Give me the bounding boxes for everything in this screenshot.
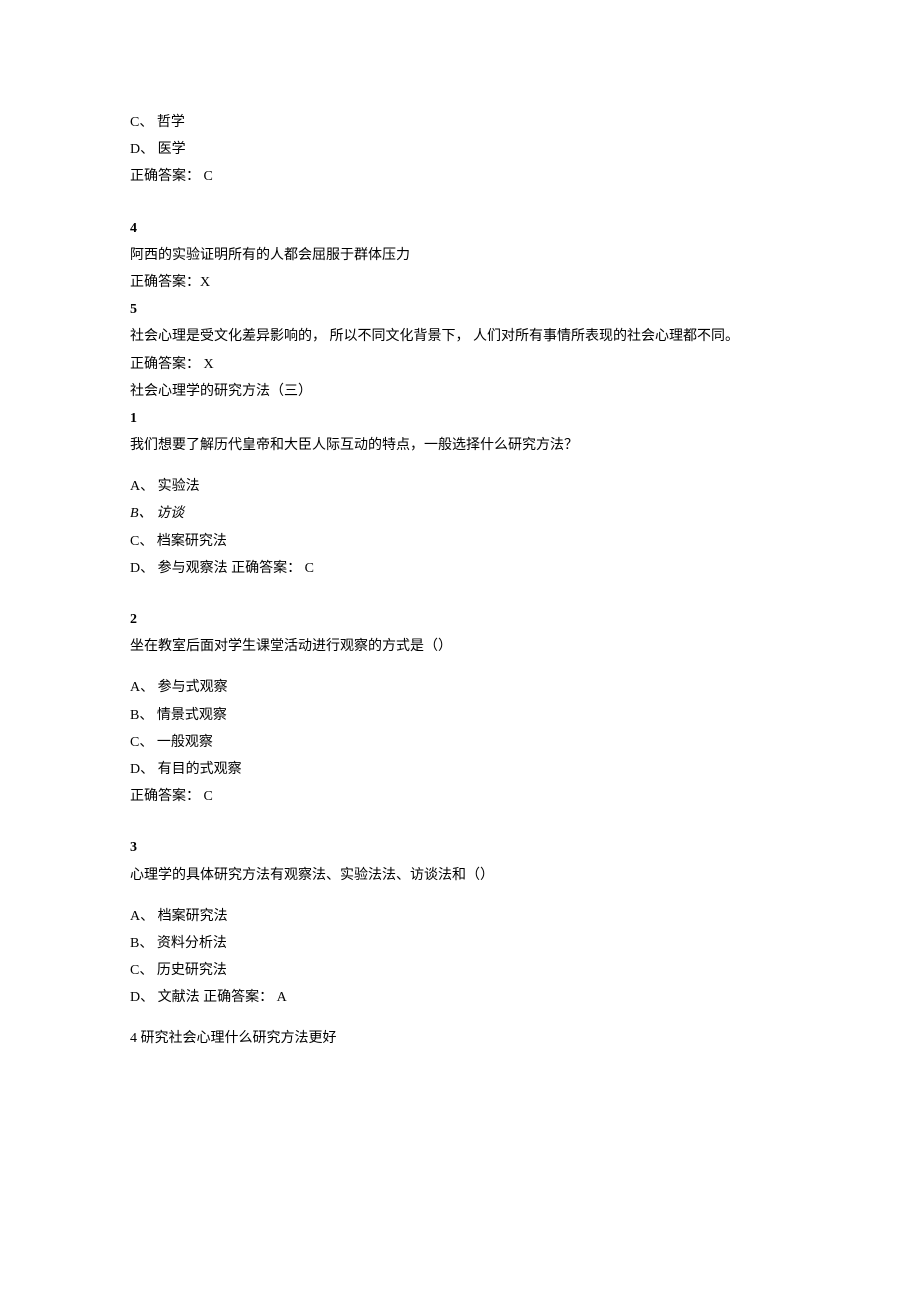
answer-text: 正确答案： C [130,784,790,809]
option-b: B、 资料分析法 [130,931,790,956]
question-text: 阿西的实验证明所有的人都会屈服于群体压力 [130,243,790,268]
answer-text: 正确答案： C [130,164,790,189]
question-number: 4 [130,216,790,241]
option-c: C、 档案研究法 [130,529,790,554]
option-b-prefix: B、 [130,506,153,521]
option-d: D、 有目的式观察 [130,757,790,782]
question-text: 心理学的具体研究方法有观察法、实验法法、访谈法和（） [130,863,790,888]
option-a: A、 参与式观察 [130,675,790,700]
option-b-text: 访谈 [156,506,184,521]
question-number: 2 [130,607,790,632]
option-a: A、 实验法 [130,474,790,499]
option-b: B、 访谈 [130,501,790,526]
option-d-answer: D、 文献法 正确答案： A [130,985,790,1010]
option-c: C、 一般观察 [130,730,790,755]
option-a: A、 档案研究法 [130,904,790,929]
question-number: 3 [130,835,790,860]
question-text: 坐在教室后面对学生课堂活动进行观察的方式是（） [130,634,790,659]
option-b: B、 情景式观察 [130,703,790,728]
question-number: 5 [130,297,790,322]
question-text: 4 研究社会心理什么研究方法更好 [130,1026,790,1051]
answer-text: 正确答案： X [130,352,790,377]
option-d: D、 医学 [130,137,790,162]
question-text: 社会心理是受文化差异影响的， 所以不同文化背景下， 人们对所有事情所表现的社会心… [130,324,790,349]
answer-text: 正确答案：X [130,270,790,295]
option-c: C、 哲学 [130,110,790,135]
question-number: 1 [130,406,790,431]
option-c: C、 历史研究法 [130,958,790,983]
section-title: 社会心理学的研究方法（三） [130,379,790,404]
question-text: 我们想要了解历代皇帝和大臣人际互动的特点，一般选择什么研究方法？ [130,433,790,458]
option-d-answer: D、 参与观察法 正确答案： C [130,556,790,581]
